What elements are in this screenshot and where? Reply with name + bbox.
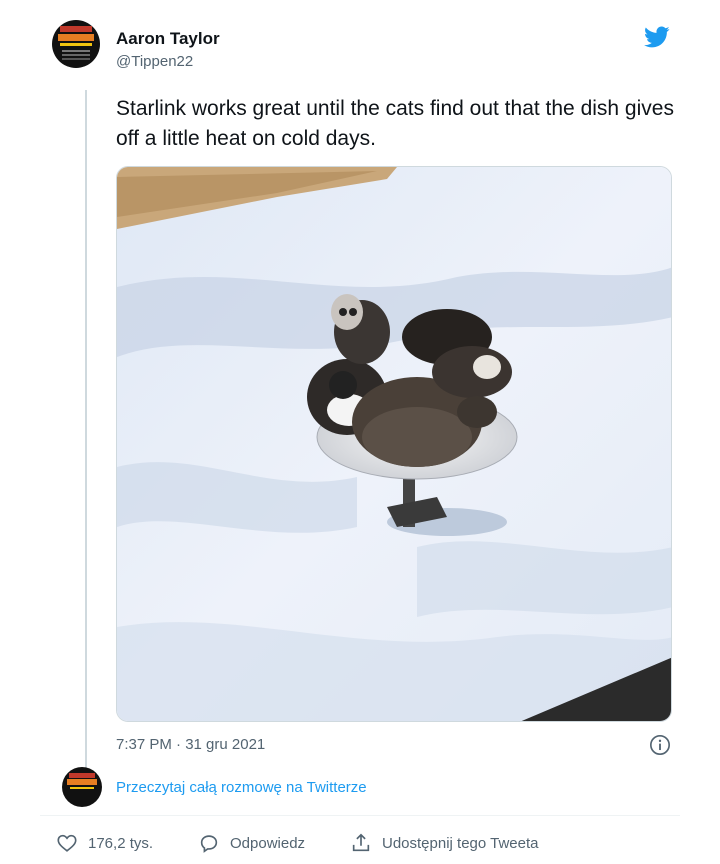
share-label: Udostępnij tego Tweeta bbox=[382, 834, 539, 852]
tweet-photo[interactable] bbox=[116, 166, 672, 722]
tweet-text: Starlink works great until the cats find… bbox=[116, 97, 674, 150]
photo-cats-on-starlink-dish bbox=[117, 167, 671, 721]
info-icon[interactable] bbox=[649, 734, 671, 756]
share-icon bbox=[352, 833, 370, 852]
reply-button[interactable]: Odpowiedz bbox=[198, 832, 305, 854]
author-avatar[interactable] bbox=[52, 20, 100, 68]
thread-line bbox=[85, 90, 87, 770]
like-count: 176,2 tys. bbox=[88, 834, 154, 852]
thread-avatar[interactable] bbox=[62, 767, 102, 807]
divider bbox=[40, 815, 680, 816]
read-conversation-link[interactable]: Przeczytaj całą rozmowę na Twitterze bbox=[116, 779, 367, 796]
tweet-timestamp[interactable]: 7:37 PM · 31 gru 2021 bbox=[116, 736, 265, 753]
like-button[interactable]: 176,2 tys. bbox=[56, 832, 153, 854]
author-handle[interactable]: @Tippen22 bbox=[116, 53, 193, 70]
speech-bubble-icon bbox=[200, 835, 218, 853]
heart-icon bbox=[57, 834, 77, 852]
twitter-bird-icon[interactable] bbox=[641, 24, 673, 50]
share-button[interactable]: Udostępnij tego Tweeta bbox=[350, 832, 539, 854]
author-name[interactable]: Aaron Taylor bbox=[116, 29, 220, 49]
reply-label: Odpowiedz bbox=[230, 834, 306, 852]
